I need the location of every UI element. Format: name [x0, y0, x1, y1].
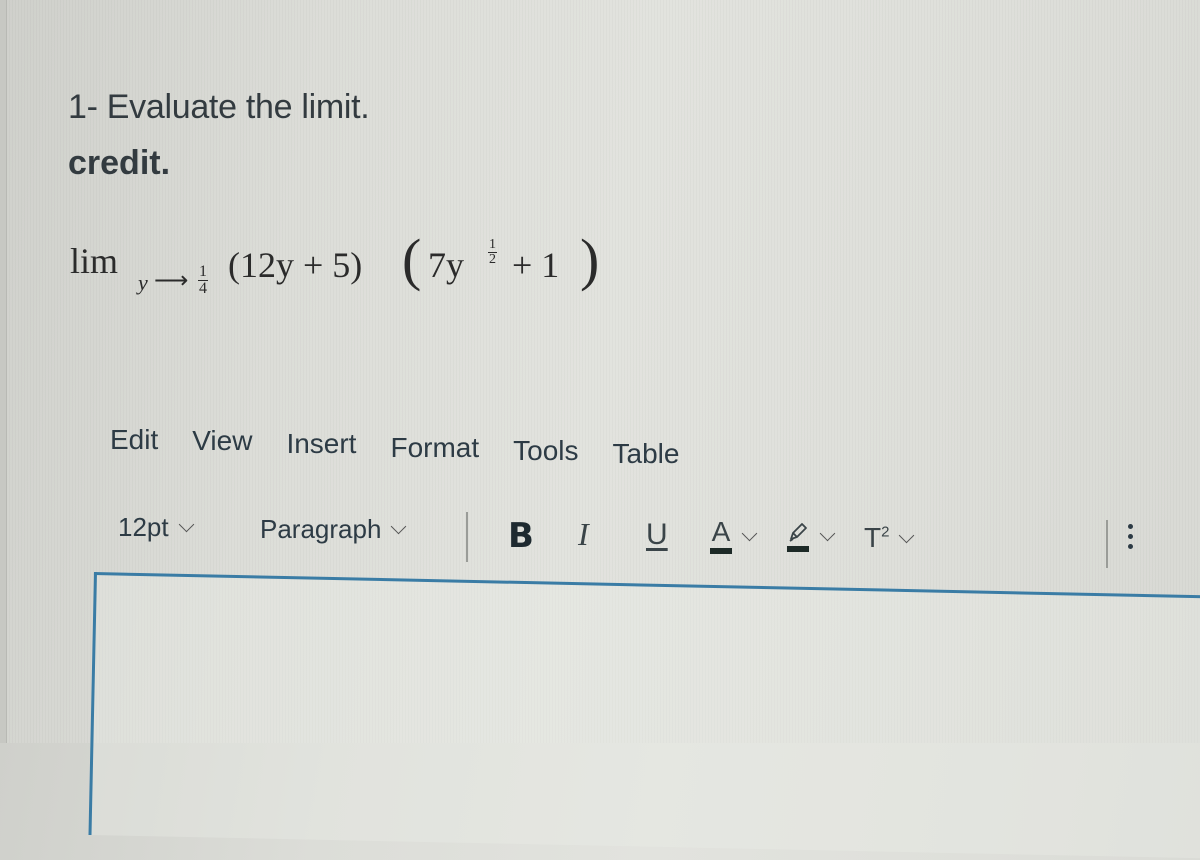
text-color-icon: A [710, 518, 732, 554]
factor-one: (12y + 5) [228, 245, 363, 285]
chevron-down-icon [178, 516, 194, 533]
bold-icon: B [508, 516, 534, 556]
italic-button[interactable]: I [578, 516, 589, 553]
editor-menu-bar: Edit View Insert Format Tools Table [110, 424, 713, 470]
text-color-swatch [710, 548, 732, 554]
text-color-button[interactable]: A [710, 518, 758, 554]
superscript-button[interactable]: T2 [864, 522, 915, 554]
approach-value: 1 4 [198, 264, 208, 297]
rich-text-editor-area[interactable] [88, 572, 1200, 860]
exponent-numerator: 1 [488, 237, 497, 253]
font-size-value: 12pt [118, 512, 169, 542]
text-color-letter: A [711, 516, 731, 547]
highlighter-icon [786, 520, 810, 552]
factor-two-tail: + 1 [512, 245, 560, 285]
big-paren-right: ) [580, 227, 600, 292]
font-size-select[interactable]: 12pt [118, 512, 194, 543]
underline-button[interactable]: U [646, 518, 668, 552]
block-format-value: Paragraph [260, 514, 382, 544]
chevron-down-icon [819, 525, 836, 541]
toolbar-divider [1106, 520, 1108, 568]
more-vertical-icon [1128, 524, 1133, 549]
menu-edit[interactable]: Edit [110, 424, 158, 470]
arrow-icon: ⟶ [154, 268, 189, 294]
menu-tools[interactable]: Tools [513, 435, 578, 470]
factor-two-base: 7y [428, 245, 464, 285]
block-format-select[interactable]: Paragraph [260, 514, 407, 545]
window-edge [0, 0, 7, 743]
chevron-down-icon [741, 525, 758, 541]
highlight-color-swatch [787, 546, 809, 552]
lim-operator: lim [70, 241, 119, 281]
toolbar-divider [466, 512, 468, 562]
underline-icon: U [646, 518, 668, 551]
italic-icon: I [578, 516, 589, 552]
limit-expression: lim y ⟶ 1 4 (12y + 5) ( 7y 1 2 + 1 ) [70, 227, 630, 326]
highlighter-pen-icon [789, 523, 807, 542]
question-title: 1- Evaluate the limit. [68, 88, 370, 126]
menu-view[interactable]: View [192, 425, 252, 470]
editor-toolbar: 12pt Paragraph B I U A T2 [118, 508, 1138, 568]
more-options-button[interactable] [1128, 524, 1133, 549]
highlight-color-button[interactable] [786, 520, 836, 552]
lim-variable: y [138, 270, 148, 295]
menu-table[interactable]: Table [613, 438, 680, 470]
question-credit: credit. [68, 144, 171, 182]
menu-insert[interactable]: Insert [286, 428, 356, 470]
exponent: 1 2 [488, 238, 497, 267]
superscript-base: T [864, 522, 882, 553]
big-paren-left: ( [402, 227, 422, 292]
superscript-exp: 2 [881, 523, 890, 541]
approach-denominator: 4 [199, 280, 207, 297]
exponent-denominator: 2 [489, 252, 496, 267]
chevron-down-icon [899, 527, 915, 543]
menu-format[interactable]: Format [390, 432, 479, 470]
superscript-icon: T2 [864, 522, 889, 554]
chevron-down-icon [391, 518, 407, 535]
bold-button[interactable]: B [508, 516, 534, 556]
approach-numerator: 1 [198, 263, 208, 281]
